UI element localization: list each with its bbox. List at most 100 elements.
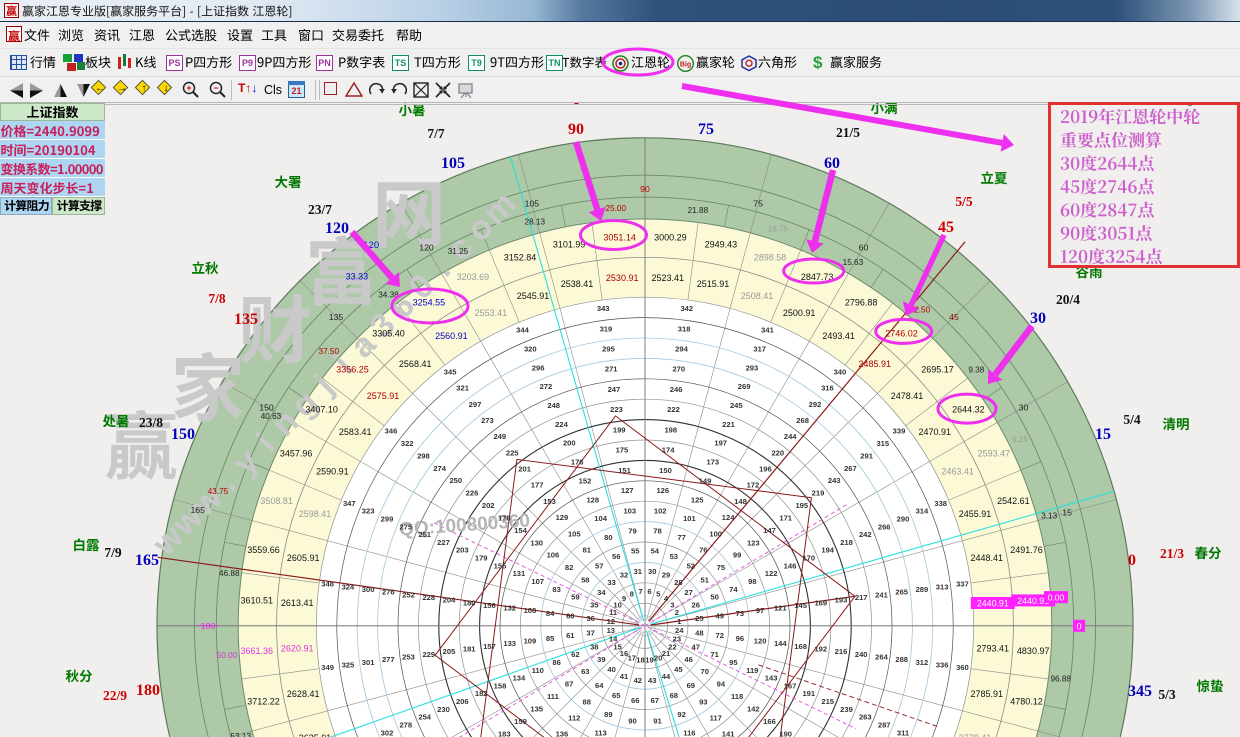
svg-text:4830.97: 4830.97 bbox=[1017, 646, 1050, 656]
svg-text:113: 113 bbox=[594, 729, 606, 737]
svg-text:320: 320 bbox=[524, 345, 537, 354]
svg-text:287: 287 bbox=[878, 721, 891, 730]
svg-text:142: 142 bbox=[747, 705, 760, 714]
svg-text:2575.91: 2575.91 bbox=[367, 391, 400, 401]
svg-text:2491.76: 2491.76 bbox=[1010, 545, 1043, 555]
svg-text:190: 190 bbox=[779, 729, 792, 737]
svg-text:180: 180 bbox=[136, 682, 160, 699]
svg-text:61: 61 bbox=[566, 631, 575, 640]
svg-text:2949.43: 2949.43 bbox=[705, 239, 738, 249]
svg-text:151: 151 bbox=[618, 466, 631, 475]
svg-text:300: 300 bbox=[362, 585, 375, 594]
svg-text:174: 174 bbox=[662, 446, 675, 455]
svg-text:360: 360 bbox=[956, 663, 969, 672]
svg-text:293: 293 bbox=[746, 363, 759, 372]
svg-text:27: 27 bbox=[684, 588, 692, 597]
svg-text:274: 274 bbox=[433, 464, 446, 473]
svg-text:218: 218 bbox=[840, 538, 853, 547]
svg-text:180: 180 bbox=[463, 598, 476, 607]
svg-text:33.33: 33.33 bbox=[346, 271, 369, 281]
svg-text:132: 132 bbox=[503, 604, 516, 613]
svg-text:2455.91: 2455.91 bbox=[959, 509, 992, 519]
svg-text:3203.69: 3203.69 bbox=[457, 272, 490, 282]
svg-text:94: 94 bbox=[717, 680, 726, 689]
svg-text:111: 111 bbox=[547, 692, 560, 701]
svg-text:195: 195 bbox=[795, 501, 808, 510]
svg-text:119: 119 bbox=[746, 666, 758, 675]
svg-text:3712.22: 3712.22 bbox=[247, 697, 280, 707]
svg-text:22: 22 bbox=[668, 642, 676, 651]
svg-text:165: 165 bbox=[135, 552, 159, 569]
svg-text:77: 77 bbox=[677, 533, 685, 542]
svg-text:51: 51 bbox=[700, 576, 709, 585]
svg-text:2620.91: 2620.91 bbox=[281, 644, 314, 654]
svg-text:342: 342 bbox=[680, 304, 693, 313]
svg-text:203: 203 bbox=[456, 546, 469, 555]
svg-text:249: 249 bbox=[493, 432, 506, 441]
svg-text:60: 60 bbox=[824, 155, 840, 172]
svg-text:23/7: 23/7 bbox=[308, 202, 332, 217]
svg-text:48: 48 bbox=[695, 629, 703, 638]
svg-text:8: 8 bbox=[630, 590, 634, 599]
svg-text:42: 42 bbox=[634, 676, 642, 685]
svg-text:45: 45 bbox=[949, 312, 959, 322]
svg-text:347: 347 bbox=[343, 499, 356, 508]
svg-text:18: 18 bbox=[636, 656, 644, 665]
svg-text:36: 36 bbox=[586, 614, 594, 623]
svg-text:268: 268 bbox=[796, 416, 809, 425]
svg-text:341: 341 bbox=[761, 326, 774, 335]
svg-text:325: 325 bbox=[342, 661, 355, 670]
svg-text:149: 149 bbox=[699, 476, 712, 485]
svg-text:313: 313 bbox=[936, 582, 949, 591]
svg-text:302: 302 bbox=[381, 728, 394, 737]
svg-text:49: 49 bbox=[715, 612, 723, 621]
svg-text:4780.12: 4780.12 bbox=[1010, 697, 1043, 707]
svg-text:336: 336 bbox=[936, 661, 949, 670]
svg-text:80: 80 bbox=[604, 533, 612, 542]
svg-text:166: 166 bbox=[763, 717, 776, 726]
svg-text:243: 243 bbox=[828, 476, 841, 485]
svg-text:107: 107 bbox=[531, 577, 544, 586]
svg-text:291: 291 bbox=[860, 451, 873, 460]
svg-text:2485.91: 2485.91 bbox=[859, 359, 892, 369]
svg-text:2605.91: 2605.91 bbox=[287, 553, 320, 563]
svg-text:2545.91: 2545.91 bbox=[517, 291, 550, 301]
svg-text:40: 40 bbox=[607, 665, 615, 674]
svg-text:2778.41: 2778.41 bbox=[959, 733, 992, 737]
svg-text:21.88: 21.88 bbox=[688, 206, 709, 215]
svg-text:3051.14: 3051.14 bbox=[603, 233, 636, 243]
svg-text:290: 290 bbox=[897, 515, 910, 524]
svg-text:312: 312 bbox=[916, 658, 929, 667]
svg-text:33: 33 bbox=[607, 578, 615, 587]
svg-text:112: 112 bbox=[568, 714, 580, 723]
svg-text:59: 59 bbox=[571, 593, 579, 602]
svg-text:202: 202 bbox=[482, 501, 495, 510]
svg-text:3356.25: 3356.25 bbox=[336, 364, 369, 374]
svg-text:120: 120 bbox=[363, 240, 379, 251]
svg-text:153: 153 bbox=[543, 497, 556, 506]
svg-text:56: 56 bbox=[612, 552, 620, 561]
svg-text:266: 266 bbox=[878, 522, 891, 531]
svg-text:224: 224 bbox=[555, 420, 568, 429]
svg-text:62: 62 bbox=[571, 650, 579, 659]
svg-text:+: + bbox=[186, 83, 191, 93]
svg-text:245: 245 bbox=[730, 401, 743, 410]
svg-text:101: 101 bbox=[683, 514, 696, 523]
svg-text:57: 57 bbox=[595, 562, 603, 571]
svg-text:37.50: 37.50 bbox=[319, 347, 340, 356]
svg-text:105: 105 bbox=[568, 529, 581, 538]
svg-text:30: 30 bbox=[648, 567, 656, 576]
svg-text:152: 152 bbox=[579, 476, 592, 485]
svg-text:216: 216 bbox=[835, 647, 848, 656]
svg-text:298: 298 bbox=[417, 451, 430, 460]
svg-text:206: 206 bbox=[456, 697, 469, 706]
svg-text:17: 17 bbox=[628, 653, 636, 662]
svg-text:297: 297 bbox=[469, 400, 482, 409]
svg-text:181: 181 bbox=[463, 645, 476, 654]
svg-text:25: 25 bbox=[695, 614, 704, 623]
svg-text:292: 292 bbox=[809, 400, 822, 409]
svg-text:12.50: 12.50 bbox=[910, 306, 931, 315]
svg-text:319: 319 bbox=[600, 324, 613, 333]
svg-text:37: 37 bbox=[586, 629, 594, 638]
svg-text:53.13: 53.13 bbox=[231, 732, 252, 737]
